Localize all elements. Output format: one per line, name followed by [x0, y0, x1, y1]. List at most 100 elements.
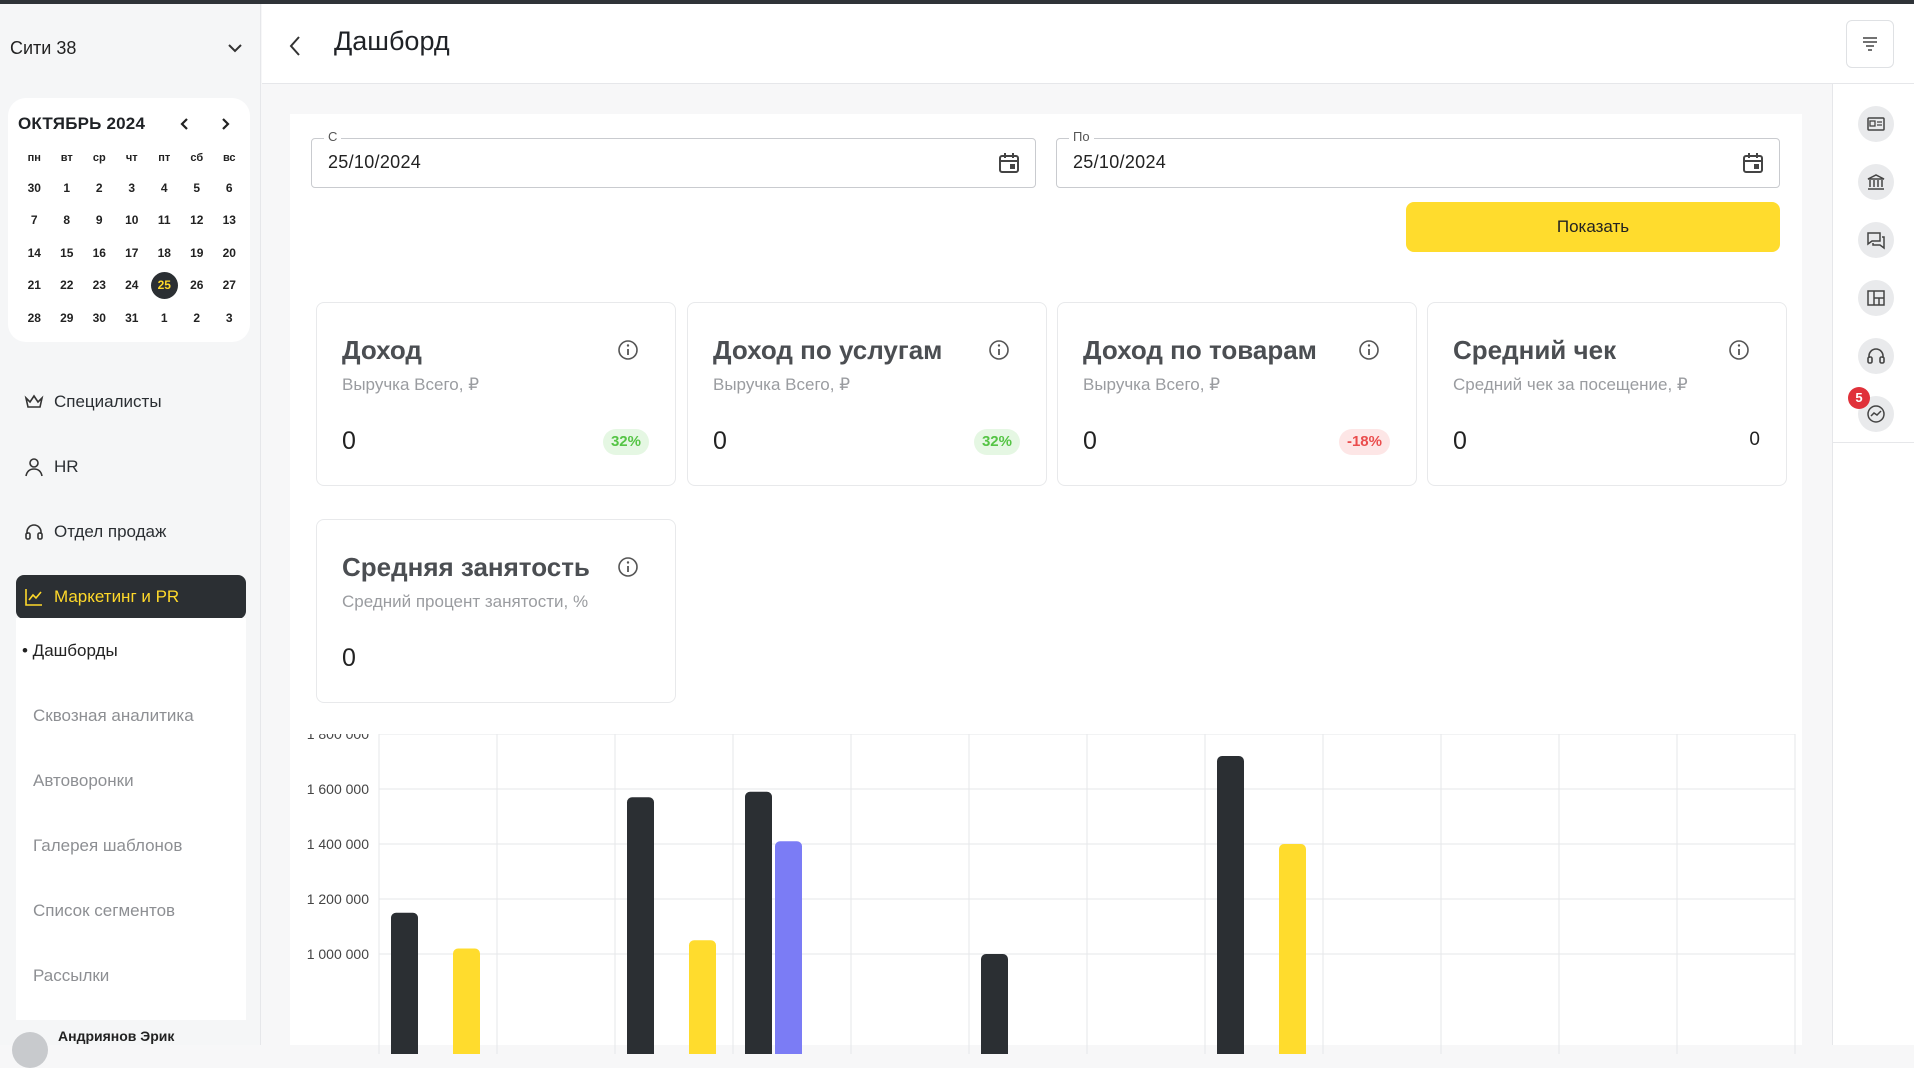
calendar-day[interactable]: 16	[83, 237, 116, 269]
subnav-templates[interactable]: Галерея шаблонов	[16, 813, 246, 878]
chat-icon	[1867, 232, 1885, 250]
calendar-day[interactable]: 26	[181, 269, 214, 301]
calendar-day[interactable]: 20	[213, 237, 246, 269]
calendar-day[interactable]: 17	[116, 237, 149, 269]
calendar-day[interactable]: 30	[83, 302, 116, 334]
subnav-funnels[interactable]: Автоворонки	[16, 748, 246, 813]
sidebar-item-sales[interactable]: Отдел продаж	[16, 510, 246, 554]
calendar-day[interactable]: 9	[83, 204, 116, 236]
subnav-segments[interactable]: Список сегментов	[16, 878, 246, 943]
calendar-icon[interactable]	[997, 151, 1021, 175]
card-value: 0	[342, 644, 356, 672]
calendar-day[interactable]: 4	[148, 172, 181, 204]
calendar-day[interactable]: 10	[116, 204, 149, 236]
card-value: 0	[1453, 427, 1467, 455]
subnav-analytics[interactable]: Сквозная аналитика	[16, 683, 246, 748]
headset-icon	[25, 524, 43, 540]
calendar-day[interactable]: 1	[148, 302, 181, 334]
city-selector[interactable]: Сити 38	[10, 32, 245, 64]
calendar-day[interactable]: 28	[18, 302, 51, 334]
calendar-day[interactable]: 22	[51, 269, 84, 301]
rail-chat-button[interactable]	[1858, 222, 1894, 258]
calendar-day[interactable]: 6	[213, 172, 246, 204]
y-tick-label: 1 200 000	[307, 891, 369, 907]
chevron-down-icon	[228, 44, 242, 53]
calendar-day[interactable]: 19	[181, 237, 214, 269]
calendar-day[interactable]: 29	[51, 302, 84, 334]
rail-id-card-button[interactable]	[1858, 106, 1894, 142]
calendar-day[interactable]: 7	[18, 204, 51, 236]
sidebar-item-label: Маркетинг и PR	[54, 587, 180, 606]
subnav-dashboards[interactable]: • Дашборды	[16, 618, 246, 683]
calendar-day[interactable]: 5	[181, 172, 214, 204]
prev-month-button[interactable]	[172, 111, 198, 137]
board-icon	[1867, 290, 1885, 306]
calendar-day[interactable]: 30	[18, 172, 51, 204]
calendar-day[interactable]: 13	[213, 204, 246, 236]
calendar-day[interactable]: 11	[148, 204, 181, 236]
bar	[627, 797, 654, 1054]
card-value: 0	[342, 427, 356, 455]
info-icon[interactable]	[988, 339, 1010, 361]
date-from-field[interactable]: С 25/10/2024	[311, 129, 1036, 188]
calendar-icon[interactable]	[1741, 151, 1765, 175]
info-icon[interactable]	[1358, 339, 1380, 361]
kpi-card-avg-check: Средний чек Средний чек за посещение, ₽ …	[1427, 302, 1787, 486]
card-value: 0	[713, 427, 727, 455]
sidebar: Сити 38 ОКТЯБРЬ 2024 пн вт ср чт пт сб вс 30 1 2 3…	[0, 4, 261, 1068]
card-title: Доход по услугам	[713, 335, 943, 365]
header-menu-button[interactable]	[1846, 20, 1894, 68]
calendar-day[interactable]: 27	[213, 269, 246, 301]
card-subtitle: Выручка Всего, ₽	[1083, 375, 1221, 394]
next-month-button[interactable]	[212, 111, 238, 137]
delta-value: 0	[1749, 429, 1760, 450]
calendar-day[interactable]: 24	[116, 269, 149, 301]
date-to-field[interactable]: По 25/10/2024	[1056, 129, 1780, 188]
card-subtitle: Средний процент занятости, %	[342, 592, 589, 611]
calendar-month-title: ОКТЯБРЬ 2024	[18, 114, 146, 133]
subnav-mailings[interactable]: Рассылки	[16, 943, 246, 1008]
sidebar-nav: Специалисты HR Отдел продаж Маркетинг и …	[16, 380, 246, 619]
sidebar-item-marketing[interactable]: Маркетинг и PR	[16, 575, 246, 619]
sidebar-item-specialists[interactable]: Специалисты	[16, 380, 246, 424]
calendar-day[interactable]: 14	[18, 237, 51, 269]
rail-support-button[interactable]	[1858, 338, 1894, 374]
bar	[775, 841, 802, 1054]
delta-badge: -18%	[1338, 429, 1390, 455]
card-subtitle: Выручка Всего, ₽	[342, 375, 480, 394]
chart-line-icon	[25, 589, 42, 606]
filter-list-icon	[1863, 37, 1877, 51]
rail-bank-button[interactable]	[1858, 164, 1894, 200]
date-from-label: С	[324, 129, 342, 144]
bar	[745, 791, 772, 1054]
calendar-day[interactable]: 12	[181, 204, 214, 236]
info-icon[interactable]	[1728, 339, 1750, 361]
notification-badge: 5	[1848, 387, 1870, 409]
sidebar-item-hr[interactable]: HR	[16, 445, 246, 489]
calendar-day[interactable]: 8	[51, 204, 84, 236]
calendar-day[interactable]: 3	[116, 172, 149, 204]
id-card-icon	[1867, 117, 1885, 131]
calendar-day[interactable]: 1	[51, 172, 84, 204]
calendar-day[interactable]: 23	[83, 269, 116, 301]
user-profile[interactable]: Андриянов Эрик	[12, 1028, 174, 1068]
info-icon[interactable]	[617, 339, 639, 361]
calendar-day[interactable]: 15	[51, 237, 84, 269]
back-button[interactable]	[286, 30, 312, 62]
show-button[interactable]: Показать	[1406, 202, 1780, 252]
bar	[981, 954, 1008, 1054]
revenue-bar-chart: 1 800 000 1 600 000 1 400 000 1 200 000 1 00…	[307, 734, 1796, 1054]
card-title: Средний чек	[1453, 335, 1617, 365]
calendar-day[interactable]: 2	[83, 172, 116, 204]
calendar-day[interactable]: 25	[148, 269, 181, 301]
sidebar-item-label: Специалисты	[54, 392, 162, 411]
calendar-day[interactable]: 18	[148, 237, 181, 269]
card-value: 0	[1083, 427, 1097, 455]
y-tick-label: 1 000 000	[307, 946, 369, 962]
calendar-day[interactable]: 2	[181, 302, 214, 334]
rail-board-button[interactable]	[1858, 280, 1894, 316]
info-icon[interactable]	[617, 556, 639, 578]
calendar-day[interactable]: 31	[116, 302, 149, 334]
calendar-day[interactable]: 21	[18, 269, 51, 301]
calendar-day[interactable]: 3	[213, 302, 246, 334]
